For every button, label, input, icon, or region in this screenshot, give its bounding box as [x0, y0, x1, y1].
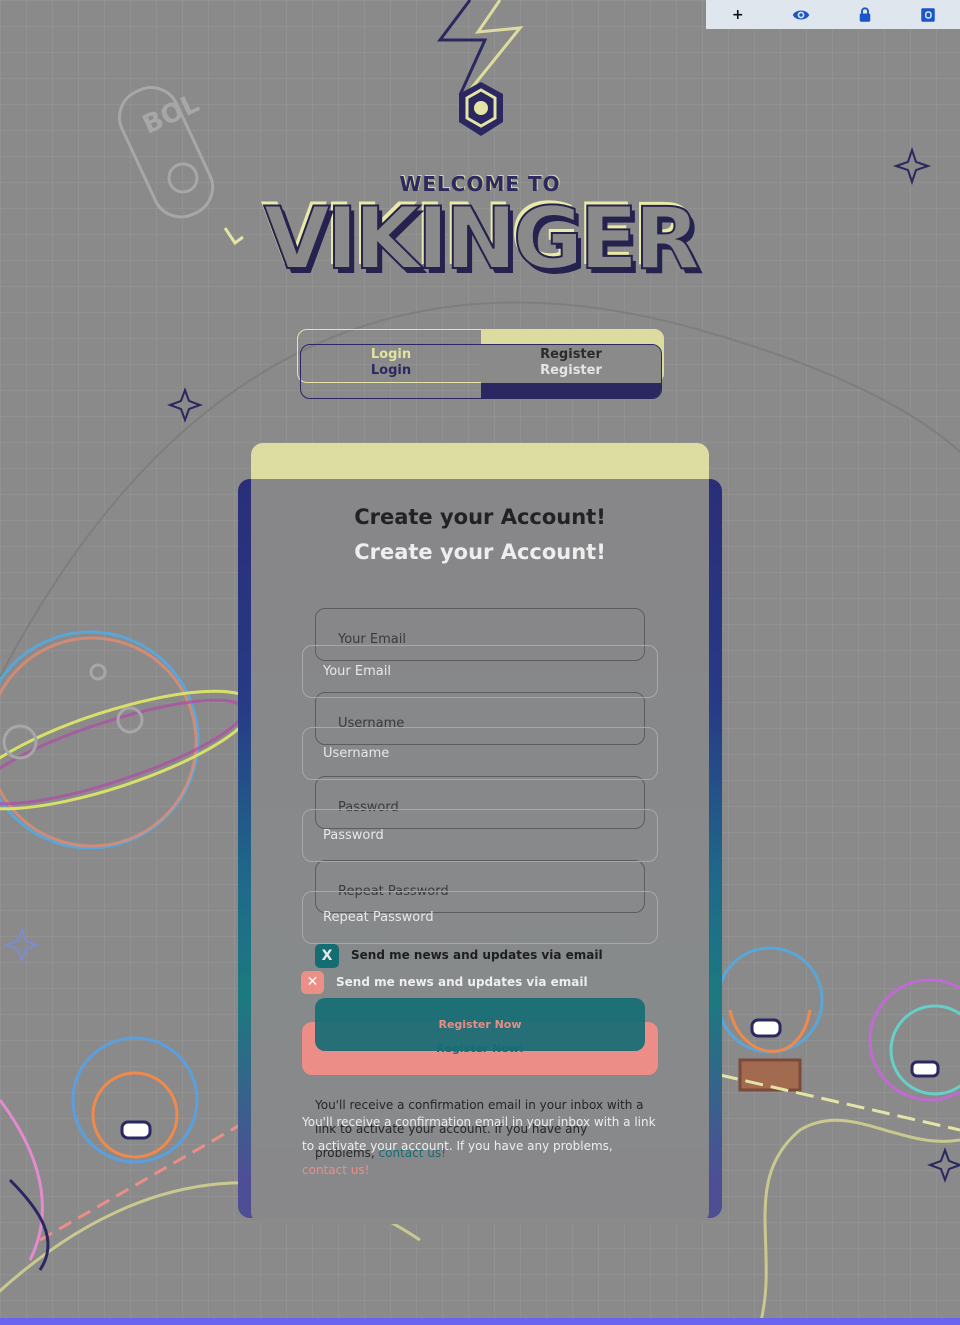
- people-illustration-left: [0, 1036, 241, 1271]
- confirmation-text: You'll receive a confirmation email in y…: [302, 1115, 656, 1153]
- add-button[interactable]: +: [706, 0, 770, 29]
- confirmation-info: You'll receive a confirmation email in y…: [302, 1110, 658, 1182]
- outlook-icon: [921, 7, 935, 22]
- form-title: Create your Account!: [354, 505, 606, 529]
- plus-icon: +: [731, 6, 744, 23]
- lock-button[interactable]: [833, 0, 897, 29]
- lock-icon: [859, 6, 870, 22]
- planet-illustration: [0, 630, 255, 850]
- tab-login[interactable]: Login Login: [301, 345, 481, 398]
- sparkle-icon: [4, 927, 40, 963]
- brand-logo-icon: [459, 82, 503, 136]
- newsletter-checkbox-ghost: X: [315, 944, 339, 968]
- email-field[interactable]: [302, 645, 658, 698]
- form-title-shadow: Create your Account!: [354, 540, 606, 564]
- rocket-illustration: BOL: [118, 86, 244, 246]
- bottom-accent-bar: [0, 1318, 960, 1325]
- tab-register-label-shadow: Register: [540, 363, 602, 378]
- browser-extension-bar: +: [706, 0, 960, 29]
- password-input[interactable]: [303, 810, 657, 861]
- view-button[interactable]: [770, 0, 834, 29]
- tab-login-label: Login: [370, 347, 412, 362]
- register-button-label-ghost: Register Now: [438, 1018, 522, 1031]
- contact-link[interactable]: contact us!: [302, 1163, 369, 1177]
- username-field[interactable]: [302, 727, 658, 780]
- tab-register-label: Register: [540, 347, 602, 362]
- tab-register[interactable]: Register Register: [481, 345, 661, 398]
- outlook-button[interactable]: [897, 0, 960, 29]
- email-input[interactable]: [303, 646, 657, 697]
- sparkle-icon: [892, 146, 932, 186]
- newsletter-label-ghost: Send me news and updates via email: [351, 948, 603, 962]
- repeat-password-field[interactable]: [302, 891, 658, 944]
- password-field[interactable]: [302, 809, 658, 862]
- newsletter-label[interactable]: Send me news and updates via email: [336, 975, 588, 989]
- register-button-label[interactable]: Register Now!: [302, 1042, 658, 1055]
- eye-icon: [793, 10, 810, 19]
- newsletter-checkbox[interactable]: ✕: [301, 971, 324, 994]
- brand-name: VIKINGER: [263, 189, 702, 289]
- sparkle-icon: [927, 1147, 960, 1183]
- repeat-password-input[interactable]: [303, 892, 657, 943]
- people-illustration-right: [716, 946, 960, 1132]
- tab-login-label-shadow: Login: [370, 363, 412, 378]
- sparkle-icon: [167, 387, 203, 423]
- username-input[interactable]: [303, 728, 657, 779]
- tab-switcher: Login Login Register Register: [300, 344, 662, 399]
